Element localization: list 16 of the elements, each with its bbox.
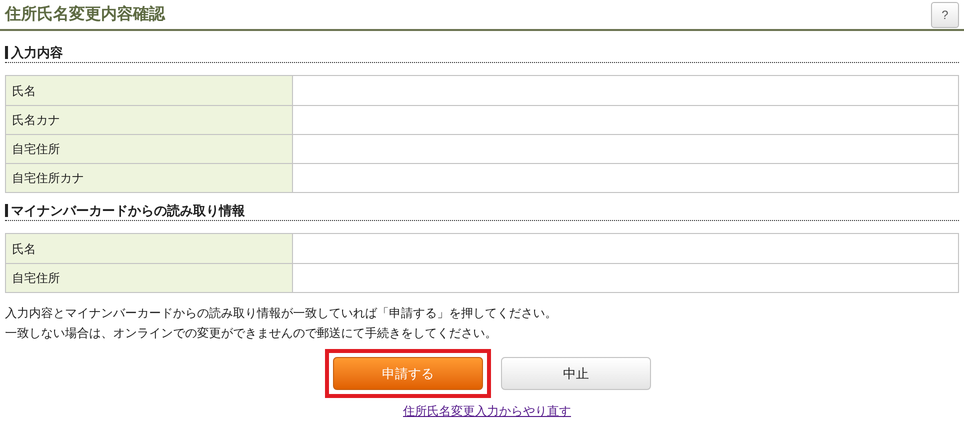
field-label: 自宅住所 — [6, 135, 293, 163]
field-label: 氏名 — [6, 76, 293, 105]
instruction-text: 一致しない場合は、オンラインでの変更ができませんので郵送にて手続きをしてください。 — [5, 325, 498, 342]
section-heading: マイナンバーカードからの読み取り情報 — [11, 204, 245, 217]
field-label: 自宅住所 — [6, 264, 293, 292]
field-label: 自宅住所カナ — [6, 164, 293, 192]
redo-link[interactable]: 住所氏名変更入力からやり直す — [403, 403, 571, 419]
cancel-button[interactable]: 中止 — [501, 357, 651, 390]
heading-bar-icon — [5, 46, 8, 59]
instruction-text: 入力内容とマイナンバーカードからの読み取り情報が一致していれば「申請する」を押してください。 — [5, 305, 558, 322]
field-label: 氏名カナ — [6, 106, 293, 134]
heading-bar-icon — [5, 204, 8, 217]
page-title: 住所氏名変更内容確認 — [5, 6, 165, 22]
help-button[interactable]: ? — [931, 2, 959, 28]
section-heading: 入力内容 — [11, 46, 63, 59]
field-label: 氏名 — [6, 234, 293, 263]
